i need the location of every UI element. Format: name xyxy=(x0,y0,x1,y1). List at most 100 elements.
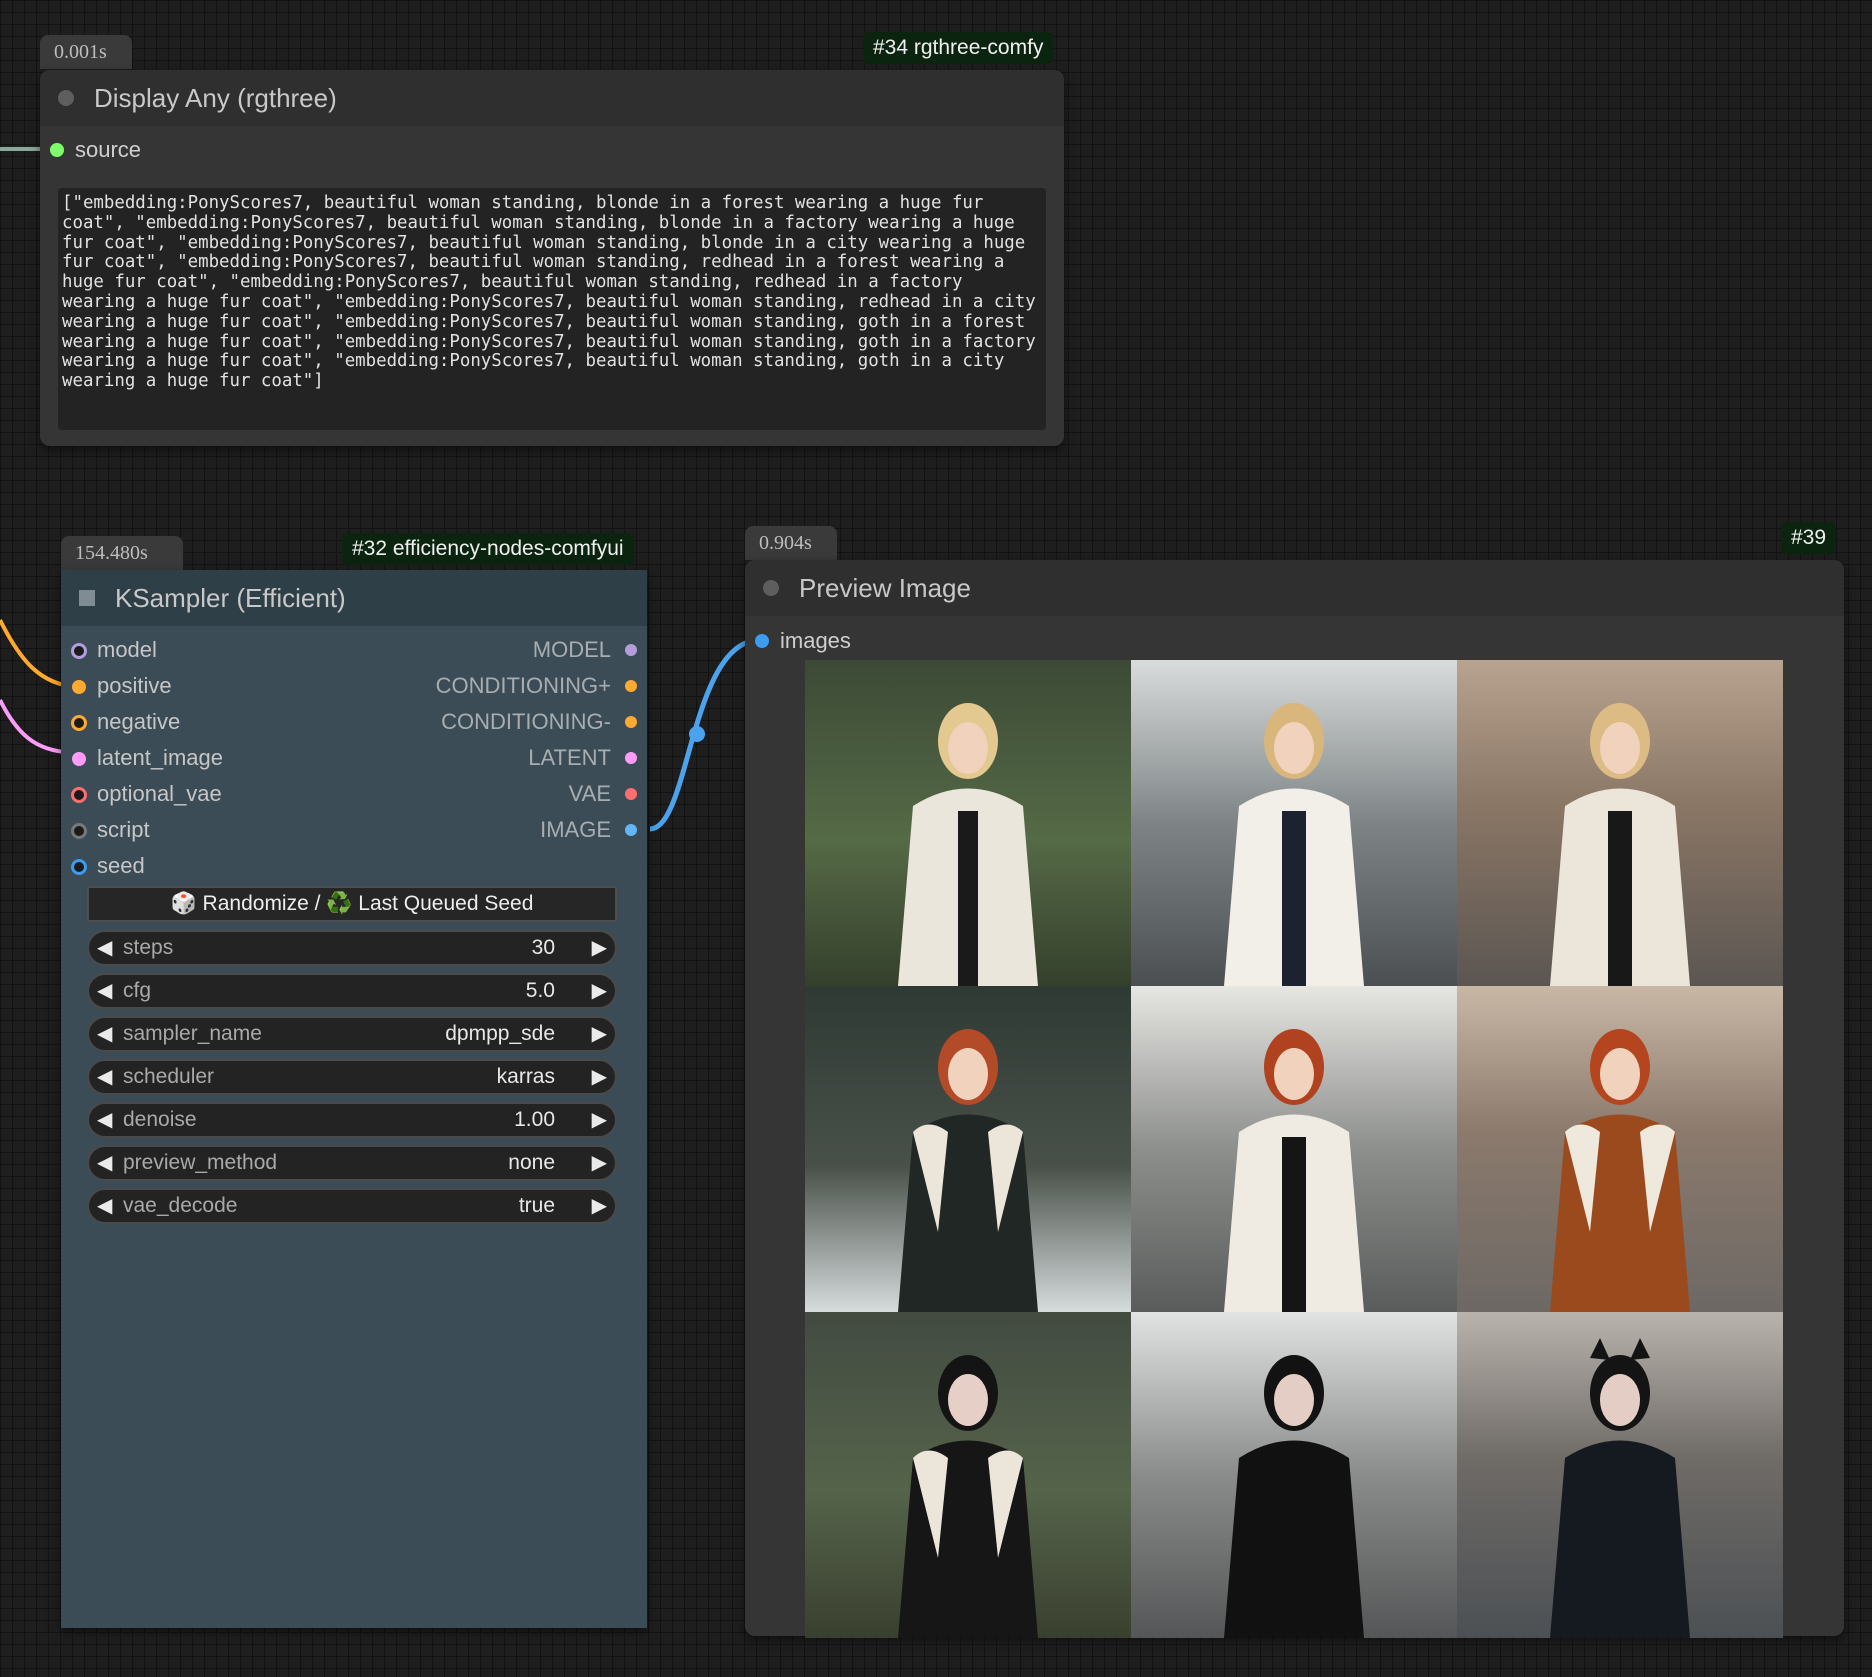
preview-thumbnail[interactable] xyxy=(1131,660,1457,986)
latent-output-pin[interactable] xyxy=(625,752,637,764)
widget-label: denoise xyxy=(123,1108,197,1131)
vae-decode-widget[interactable]: ◀ vae_decode true ▶ xyxy=(87,1188,617,1224)
latent-output-label: LATENT xyxy=(528,745,611,770)
widget-value: karras xyxy=(496,1065,555,1088)
figure-silhouette xyxy=(898,1355,1038,1638)
preview-thumbnail[interactable] xyxy=(805,1312,1131,1638)
collapse-dot-icon[interactable] xyxy=(763,580,779,596)
scheduler-widget[interactable]: ◀ scheduler karras ▶ xyxy=(87,1059,617,1095)
model-input-label: model xyxy=(97,637,157,662)
decrement-arrow-icon[interactable]: ◀ xyxy=(97,1147,112,1179)
conditioning-positive-output-pin[interactable] xyxy=(625,680,637,692)
preview-thumbnail[interactable] xyxy=(805,986,1131,1312)
figure-silhouette xyxy=(898,703,1038,986)
ksampler-efficient-node[interactable]: KSampler (Efficient) model positive nega… xyxy=(61,570,647,1628)
vae-output-pin[interactable] xyxy=(625,788,637,800)
decrement-arrow-icon[interactable]: ◀ xyxy=(97,1061,112,1093)
decrement-arrow-icon[interactable]: ◀ xyxy=(97,1018,112,1050)
figure-silhouette xyxy=(1550,1338,1690,1638)
positive-input-label: positive xyxy=(97,673,172,698)
preview-thumbnail[interactable] xyxy=(1457,660,1783,986)
figure-silhouette xyxy=(1550,1029,1690,1312)
source-input-label: source xyxy=(75,137,142,162)
execution-time-badge: 0.001s xyxy=(40,35,132,69)
node-title: Display Any (rgthree) xyxy=(94,83,337,113)
vae-output-label: VAE xyxy=(568,781,611,806)
seed-input-label: seed xyxy=(97,853,145,878)
increment-arrow-icon[interactable]: ▶ xyxy=(592,1018,607,1050)
optional-vae-input-pin[interactable] xyxy=(71,787,87,803)
decrement-arrow-icon[interactable]: ◀ xyxy=(97,975,112,1007)
conditioning-negative-output-pin[interactable] xyxy=(625,716,637,728)
preview-image-node[interactable]: Preview Image images xyxy=(745,560,1844,1638)
decrement-arrow-icon[interactable]: ◀ xyxy=(97,1104,112,1136)
node-id-tag: #34 rgthree-comfy xyxy=(863,32,1054,64)
latent-image-input-label: latent_image xyxy=(97,745,223,770)
sampler-name-widget[interactable]: ◀ sampler_name dpmpp_sde ▶ xyxy=(87,1016,617,1052)
denoise-widget[interactable]: ◀ denoise 1.00 ▶ xyxy=(87,1102,617,1138)
collapse-square-icon[interactable] xyxy=(79,590,95,606)
increment-arrow-icon[interactable]: ▶ xyxy=(592,1147,607,1179)
source-input-pin[interactable] xyxy=(50,143,64,157)
execution-time-badge: 154.480s xyxy=(61,536,183,570)
positive-input-pin[interactable] xyxy=(72,680,86,694)
node-title-bar[interactable]: KSampler (Efficient) xyxy=(61,570,647,626)
figure-silhouette xyxy=(1550,703,1690,986)
increment-arrow-icon[interactable]: ▶ xyxy=(592,1104,607,1136)
seed-input-pin[interactable] xyxy=(71,859,87,875)
increment-arrow-icon[interactable]: ▶ xyxy=(592,932,607,964)
preview-thumbnail[interactable] xyxy=(1131,1312,1457,1638)
node-title-bar[interactable]: Display Any (rgthree) xyxy=(40,70,1064,126)
increment-arrow-icon[interactable]: ▶ xyxy=(592,975,607,1007)
steps-widget[interactable]: ◀ steps 30 ▶ xyxy=(87,930,617,966)
node-title: KSampler (Efficient) xyxy=(115,583,346,613)
preview-image-grid[interactable] xyxy=(805,660,1783,1638)
conditioning-positive-output-label: CONDITIONING+ xyxy=(435,673,611,698)
widget-value: 5.0 xyxy=(525,979,555,1002)
conditioning-negative-output-label: CONDITIONING- xyxy=(441,709,611,734)
figure-silhouette xyxy=(1224,1029,1364,1312)
images-input-label: images xyxy=(780,628,851,653)
preview-thumbnail[interactable] xyxy=(1131,986,1457,1312)
optional-vae-input-label: optional_vae xyxy=(97,781,222,806)
model-output-label: MODEL xyxy=(532,637,611,662)
node-id-tag: #39 xyxy=(1781,522,1837,554)
collapse-dot-icon[interactable] xyxy=(58,90,74,106)
display-any-node[interactable]: Display Any (rgthree) source ["embedding… xyxy=(40,70,1064,446)
cfg-widget[interactable]: ◀ cfg 5.0 ▶ xyxy=(87,973,617,1009)
figure-silhouette xyxy=(1224,703,1364,986)
model-output-pin[interactable] xyxy=(625,644,637,656)
figure-silhouette xyxy=(898,1029,1038,1312)
widget-label: sampler_name xyxy=(123,1022,262,1045)
images-input-pin[interactable] xyxy=(755,634,769,648)
increment-arrow-icon[interactable]: ▶ xyxy=(592,1061,607,1093)
negative-input-pin[interactable] xyxy=(71,715,87,731)
execution-time-badge: 0.904s xyxy=(745,526,837,560)
node-title: Preview Image xyxy=(799,573,971,603)
preview-thumbnail[interactable] xyxy=(805,660,1131,986)
widget-value: true xyxy=(518,1194,555,1217)
image-output-pin[interactable] xyxy=(625,824,637,836)
decrement-arrow-icon[interactable]: ◀ xyxy=(97,1190,112,1222)
node-title-bar[interactable]: Preview Image xyxy=(745,560,1844,616)
display-text-area[interactable]: ["embedding:PonyScores7, beautiful woman… xyxy=(58,188,1046,430)
preview-method-widget[interactable]: ◀ preview_method none ▶ xyxy=(87,1145,617,1181)
negative-input-label: negative xyxy=(97,709,181,734)
latent-image-input-pin[interactable] xyxy=(72,752,86,766)
preview-thumbnail[interactable] xyxy=(1457,986,1783,1312)
figure-silhouette xyxy=(1224,1355,1364,1638)
widget-label: steps xyxy=(123,936,174,959)
decrement-arrow-icon[interactable]: ◀ xyxy=(97,932,112,964)
preview-thumbnail[interactable] xyxy=(1457,1312,1783,1638)
script-input-pin[interactable] xyxy=(71,823,87,839)
randomize-seed-button[interactable]: 🎲 Randomize / ♻️ Last Queued Seed xyxy=(87,886,617,922)
widget-value: none xyxy=(508,1151,555,1174)
model-input-pin[interactable] xyxy=(71,643,87,659)
node-id-tag: #32 efficiency-nodes-comfyui xyxy=(342,533,634,565)
script-input-label: script xyxy=(97,817,150,842)
widget-label: vae_decode xyxy=(123,1194,238,1217)
widget-value: dpmpp_sde xyxy=(445,1022,555,1045)
widget-label: cfg xyxy=(123,979,152,1002)
increment-arrow-icon[interactable]: ▶ xyxy=(592,1190,607,1222)
widget-value: 1.00 xyxy=(514,1108,555,1131)
